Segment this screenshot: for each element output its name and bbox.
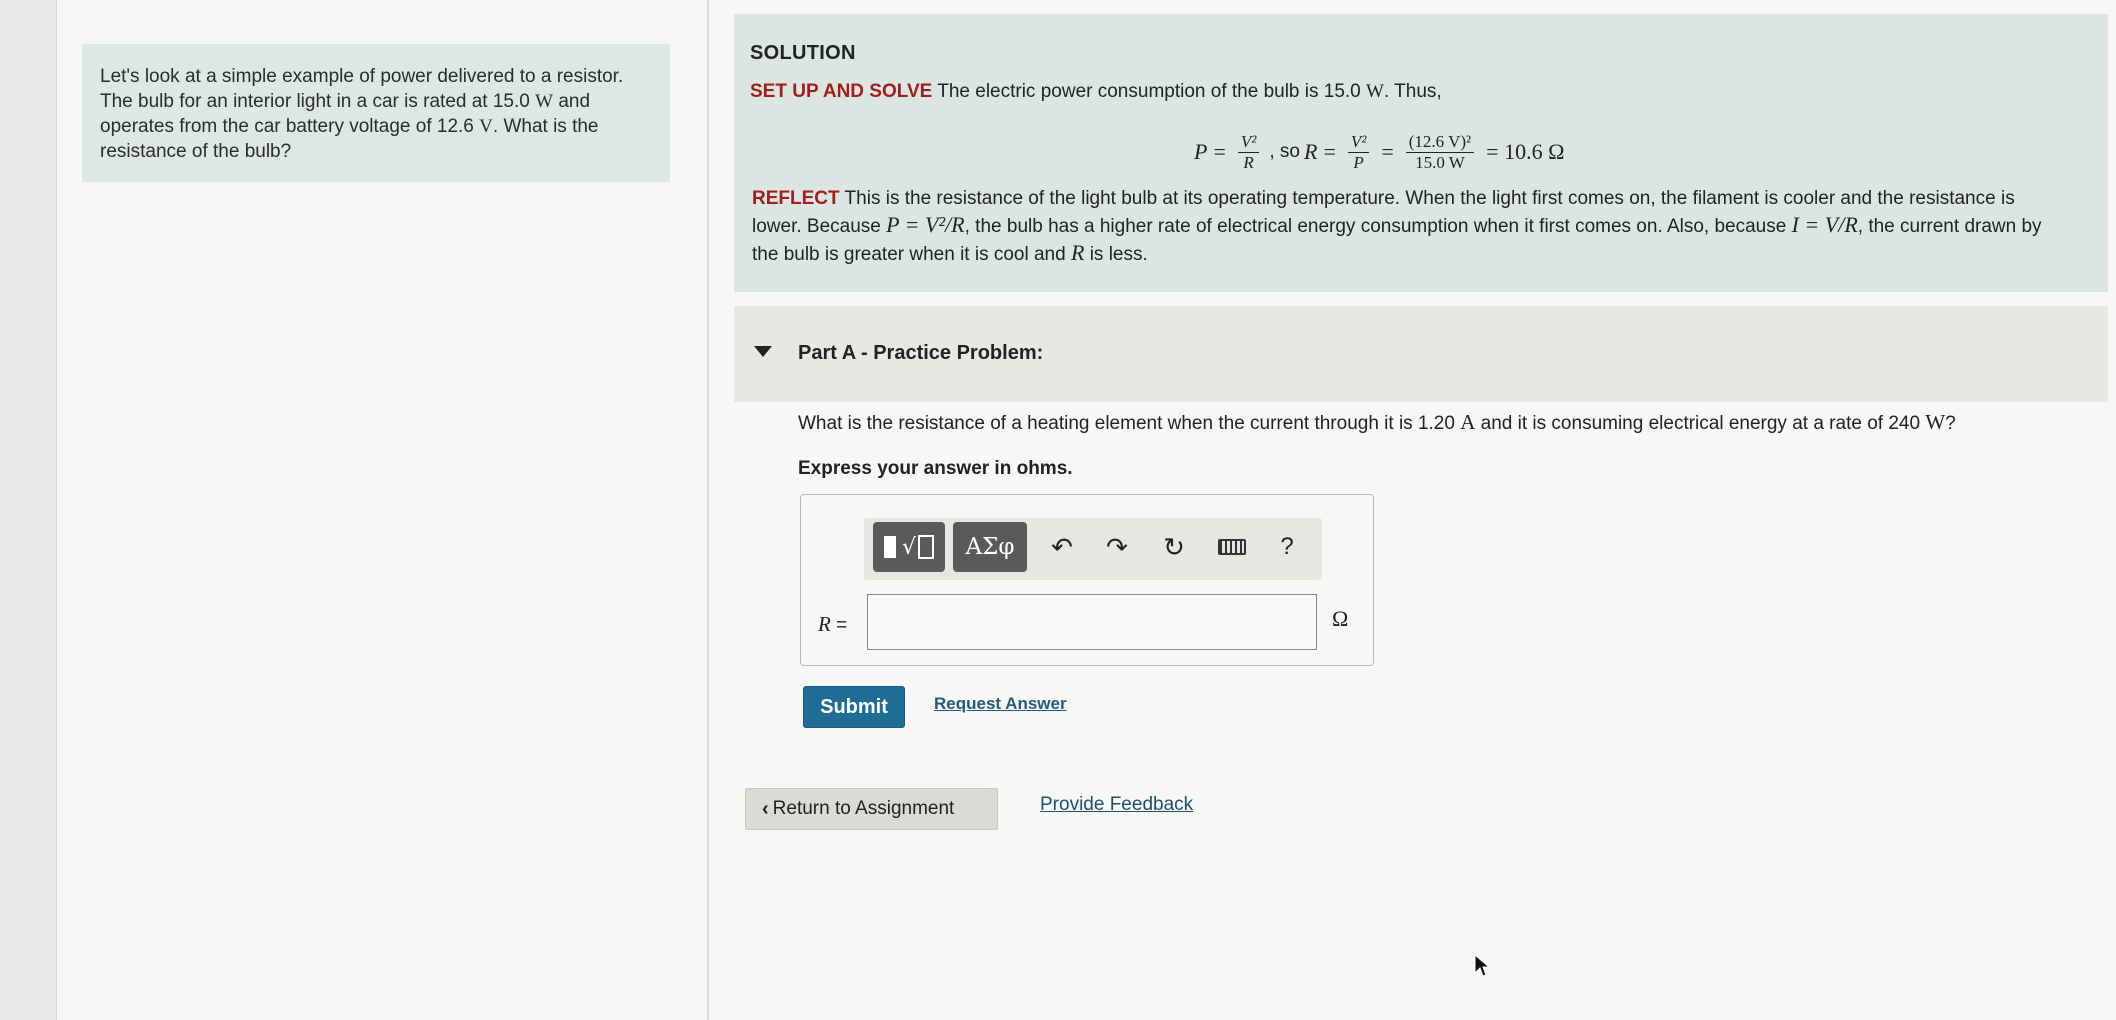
frac-num: (12.6 V)² <box>1405 132 1475 153</box>
frac-num: V² <box>1237 132 1260 153</box>
intro-line-3: operates from the car battery voltage of… <box>100 114 652 139</box>
frac-den: R <box>1243 152 1254 172</box>
eq-so: , so <box>1269 141 1300 162</box>
setup-line: SET UP AND SOLVE The electric power cons… <box>750 81 2090 103</box>
reflect-math: I = V/R <box>1791 212 1858 237</box>
question-text: What is the resistance of a heating elem… <box>798 413 1455 434</box>
templates-button[interactable]: √ <box>873 522 945 572</box>
mouse-cursor-icon <box>1474 954 1490 977</box>
chevron-left-icon: ‹ <box>762 797 769 820</box>
fraction-v2-over-p: V² P <box>1347 132 1370 173</box>
eq-r: R <box>1303 139 1318 164</box>
reflect-text: is less. <box>1089 244 1148 265</box>
intro-text: . What is the <box>492 116 599 137</box>
unit-amp: A <box>1460 410 1476 434</box>
part-a-title[interactable]: Part A - Practice Problem: <box>798 342 1043 365</box>
submit-button[interactable]: Submit <box>803 686 905 728</box>
reflect-math: P = V²/R <box>886 212 965 237</box>
intro-problem-box: Let's look at a simple example of power … <box>82 44 670 182</box>
undo-icon[interactable]: ↶ <box>1045 530 1079 564</box>
help-button[interactable]: ? <box>1270 530 1304 564</box>
return-to-assignment-button[interactable]: ‹ Return to Assignment <box>745 788 998 830</box>
return-label: Return to Assignment <box>772 798 955 819</box>
eq-p: P <box>1194 139 1208 164</box>
part-a-question: What is the resistance of a heating elem… <box>798 410 1956 435</box>
answer-input[interactable] <box>867 594 1317 650</box>
templates-icon: √ <box>883 535 935 560</box>
eq-result: = 10.6 Ω <box>1486 139 1565 164</box>
intro-line-2: The bulb for an interior light in a car … <box>100 89 652 114</box>
intro-text: operates from the car battery voltage of… <box>100 116 474 137</box>
variable-label: R = <box>818 612 847 637</box>
eq-equals: = <box>1323 139 1336 164</box>
frac-num: V² <box>1347 132 1370 153</box>
setup-text: The electric power consumption of the bu… <box>937 81 1361 102</box>
provide-feedback-link[interactable]: Provide Feedback <box>1040 794 1193 816</box>
question-text: ? <box>1945 413 1956 434</box>
intro-text: and <box>558 91 591 112</box>
reflect-text: , the current <box>1857 216 1960 237</box>
intro-line-1: Let's look at a simple example of power … <box>100 66 624 87</box>
collapse-caret-icon[interactable] <box>754 346 772 357</box>
reflect-text: lower. Because <box>752 216 881 237</box>
redo-icon[interactable]: ↷ <box>1100 530 1134 564</box>
unit-label: Ω <box>1332 606 1349 631</box>
eq-equals: = <box>1381 139 1394 164</box>
request-answer-link[interactable]: Request Answer <box>934 694 1067 714</box>
fraction-numeric: (12.6 V)² 15.0 W <box>1405 132 1475 173</box>
unit-watt: W <box>1925 410 1946 434</box>
setup-label: SET UP AND SOLVE <box>750 81 933 102</box>
reflect-label: REFLECT <box>752 188 840 209</box>
reflect-text: This is the resistance of the light bulb… <box>844 188 2015 209</box>
question-text: and it is consuming electrical energy at… <box>1480 413 1921 434</box>
frac-den: P <box>1353 152 1364 172</box>
reflect-math: R <box>1070 240 1085 265</box>
unit-watt: W <box>535 91 554 112</box>
solution-equation: P = V² R , so R = V² P = (12.6 V)² 15.0 … <box>1194 122 1570 182</box>
answer-instruction: Express your answer in ohms. <box>798 458 1073 479</box>
keyboard-icon[interactable] <box>1215 530 1249 564</box>
eq-equals: = <box>1213 139 1226 164</box>
unit-volt: V <box>479 116 493 137</box>
var-r: R <box>818 612 831 636</box>
setup-tail: . Thus, <box>1383 81 1442 102</box>
intro-line-4: resistance of the bulb? <box>100 141 292 162</box>
setup-unit: W <box>1366 81 1384 102</box>
intro-text: The bulb for an interior light in a car … <box>100 91 530 112</box>
frac-den: 15.0 W <box>1415 152 1465 172</box>
reset-icon[interactable]: ↻ <box>1157 530 1191 564</box>
fraction-v2-over-r: V² R <box>1237 132 1260 173</box>
greek-symbols-button[interactable]: ΑΣφ <box>953 522 1027 572</box>
solution-title: SOLUTION <box>750 42 856 64</box>
var-equals: = <box>836 615 848 636</box>
reflect-paragraph: REFLECT This is the resistance of the li… <box>752 186 2052 268</box>
left-edge-strip <box>0 0 57 1020</box>
reflect-text: , the bulb has a higher rate of electric… <box>964 216 1787 237</box>
